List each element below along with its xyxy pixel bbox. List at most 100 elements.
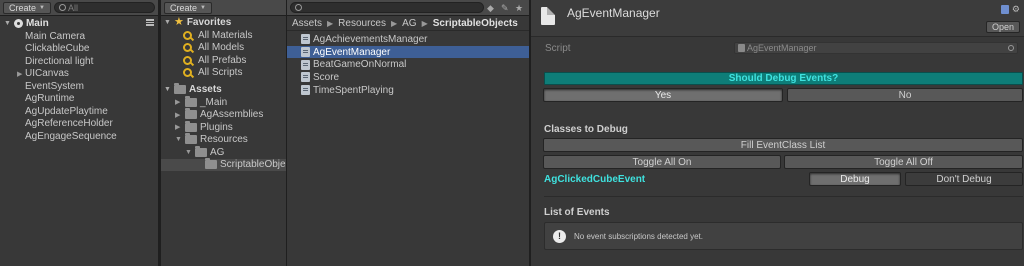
expand-triangle-icon[interactable]: ▶ — [175, 111, 182, 119]
asset-folder-label: AgAssemblies — [200, 109, 264, 121]
hierarchy-item-label: Directional light — [25, 55, 94, 67]
create-label: Create — [9, 2, 37, 13]
hierarchy-item[interactable]: AgReferenceHolder — [0, 118, 158, 131]
filter-by-type-icon[interactable]: ◆ — [487, 3, 494, 14]
expand-triangle-icon[interactable]: ▶ — [175, 123, 182, 131]
hierarchy-item-label: UICanvas — [25, 68, 69, 80]
toggle-all-on-button[interactable]: Toggle All On — [543, 155, 781, 169]
search-icon — [295, 4, 302, 11]
favorites-item[interactable]: All Materials — [161, 29, 286, 42]
hierarchy-item[interactable]: ▶ UICanvas — [0, 68, 158, 81]
asset-folder-item[interactable]: ▶ AgAssemblies — [161, 108, 286, 122]
scriptable-object-icon — [301, 72, 310, 83]
asset-folder-item[interactable]: ▶ Plugins — [161, 120, 286, 134]
hierarchy-item[interactable]: Directional light — [0, 55, 158, 68]
breadcrumb-item[interactable]: AG — [402, 18, 416, 29]
favorite-search-icon[interactable]: ★ — [515, 3, 523, 14]
saved-search-icon — [183, 30, 192, 40]
expand-triangle-icon[interactable]: ▼ — [4, 20, 11, 27]
asset-folder-item[interactable]: ScriptableObje — [161, 158, 286, 171]
asset-folder-item[interactable]: ▼ Resources — [161, 133, 286, 147]
hierarchy-item[interactable]: AgRuntime — [0, 93, 158, 106]
hierarchy-item[interactable]: EventSystem — [0, 80, 158, 93]
project-search-toolbar: ◆ ✎ ★ — [287, 0, 529, 16]
info-help-box: ! No event subscriptions detected yet. — [544, 222, 1023, 250]
hierarchy-item-label: AgRuntime — [25, 93, 75, 105]
scriptable-object-icon — [541, 7, 555, 25]
hierarchy-item-label: EventSystem — [25, 80, 84, 92]
asset-file-item[interactable]: TimeSpentPlaying — [287, 84, 529, 97]
chevron-down-icon: ▼ — [200, 4, 206, 11]
debug-button[interactable]: Debug — [809, 172, 901, 186]
hierarchy-search-input[interactable]: All — [53, 2, 155, 13]
help-book-icon[interactable] — [1000, 5, 1009, 14]
fill-eventclass-list-button[interactable]: Fill EventClass List — [543, 138, 1023, 152]
asset-file-item[interactable]: BeatGameOnNormal — [287, 58, 529, 71]
filter-by-label-icon[interactable]: ✎ — [501, 3, 509, 14]
gear-icon[interactable]: ⚙ — [1012, 5, 1020, 14]
hierarchy-item-label: AgEngageSequence — [25, 130, 117, 142]
asset-file-item[interactable]: AgAchievementsManager — [287, 33, 529, 46]
dont-debug-button[interactable]: Don't Debug — [905, 172, 1023, 186]
script-field[interactable]: AgEventManager — [734, 42, 1018, 54]
info-text: No event subscriptions detected yet. — [574, 231, 703, 241]
hierarchy-toolbar: Create ▼ All — [0, 0, 158, 16]
debug-question-banner: Should Debug Events? — [544, 72, 1023, 85]
search-icon — [58, 4, 66, 11]
chevron-right-icon: ▶ — [390, 18, 398, 28]
breadcrumb-item[interactable]: Assets — [292, 18, 322, 29]
expand-triangle-icon[interactable]: ▼ — [164, 86, 171, 93]
create-label: Create — [170, 2, 198, 13]
hierarchy-item[interactable]: ClickableCube — [0, 43, 158, 56]
folder-icon — [185, 120, 197, 132]
scene-name: Main — [25, 17, 49, 29]
classes-to-debug-title: Classes to Debug — [544, 124, 628, 135]
saved-search-icon — [183, 55, 192, 65]
folder-icon — [185, 133, 197, 145]
breadcrumb: Assets ▶ Resources ▶ AG ▶ ScriptableObje… — [287, 16, 529, 31]
breadcrumb-item[interactable]: Resources — [338, 18, 386, 29]
asset-folder-item[interactable]: ▶ _Main — [161, 95, 286, 109]
scriptable-object-icon — [301, 59, 310, 70]
hierarchy-create-button[interactable]: Create ▼ — [3, 1, 51, 14]
asset-file-item[interactable]: Score — [287, 71, 529, 84]
favorites-item[interactable]: All Prefabs — [161, 54, 286, 67]
context-menu-icon[interactable] — [146, 19, 154, 26]
asset-folder-item[interactable]: ▼ AG — [161, 145, 286, 159]
hierarchy-item[interactable]: AgEngageSequence — [0, 130, 158, 143]
favorites-item[interactable]: All Scripts — [161, 67, 286, 80]
project-create-button[interactable]: Create ▼ — [164, 1, 212, 14]
folder-icon — [205, 158, 217, 170]
saved-search-icon — [183, 68, 192, 78]
collapse-triangle-icon[interactable]: ▼ — [185, 149, 192, 156]
toggle-all-off-button[interactable]: Toggle All Off — [784, 155, 1023, 169]
yes-button[interactable]: Yes — [543, 88, 783, 102]
scene-row-main[interactable]: ▼ Main — [0, 16, 158, 30]
saved-search-icon — [183, 43, 192, 53]
favorites-item-label: All Scripts — [198, 67, 243, 79]
breadcrumb-item[interactable]: ScriptableObjects — [433, 18, 518, 29]
expand-triangle-icon[interactable]: ▶ — [175, 98, 182, 106]
asset-folder-label: Resources — [200, 134, 248, 146]
project-search-input[interactable] — [290, 2, 484, 13]
favorites-item[interactable]: All Models — [161, 42, 286, 55]
scriptable-object-icon — [301, 34, 310, 45]
favorites-item-label: All Materials — [198, 29, 253, 41]
favorites-item-label: All Models — [198, 42, 245, 54]
hierarchy-item[interactable]: AgUpdatePlaytime — [0, 105, 158, 118]
hierarchy-item[interactable]: Main Camera — [0, 30, 158, 43]
favorites-header[interactable]: ▼ ★ Favorites — [161, 16, 286, 29]
chevron-right-icon: ▶ — [421, 18, 428, 28]
asset-file-label: AgEventManager — [313, 46, 391, 58]
no-button[interactable]: No — [787, 88, 1023, 102]
favorites-title: Favorites — [186, 17, 232, 28]
collapse-triangle-icon[interactable]: ▼ — [175, 136, 182, 143]
asset-file-item[interactable]: AgEventManager — [287, 45, 529, 59]
expand-triangle-icon[interactable]: ▼ — [164, 19, 171, 26]
assets-header[interactable]: ▼ Assets — [161, 83, 286, 96]
info-icon: ! — [553, 229, 566, 243]
asset-file-label: BeatGameOnNormal — [313, 59, 407, 71]
object-picker-icon[interactable] — [1008, 45, 1014, 51]
expand-triangle-icon[interactable]: ▶ — [17, 70, 22, 78]
open-button[interactable]: Open — [985, 21, 1020, 33]
